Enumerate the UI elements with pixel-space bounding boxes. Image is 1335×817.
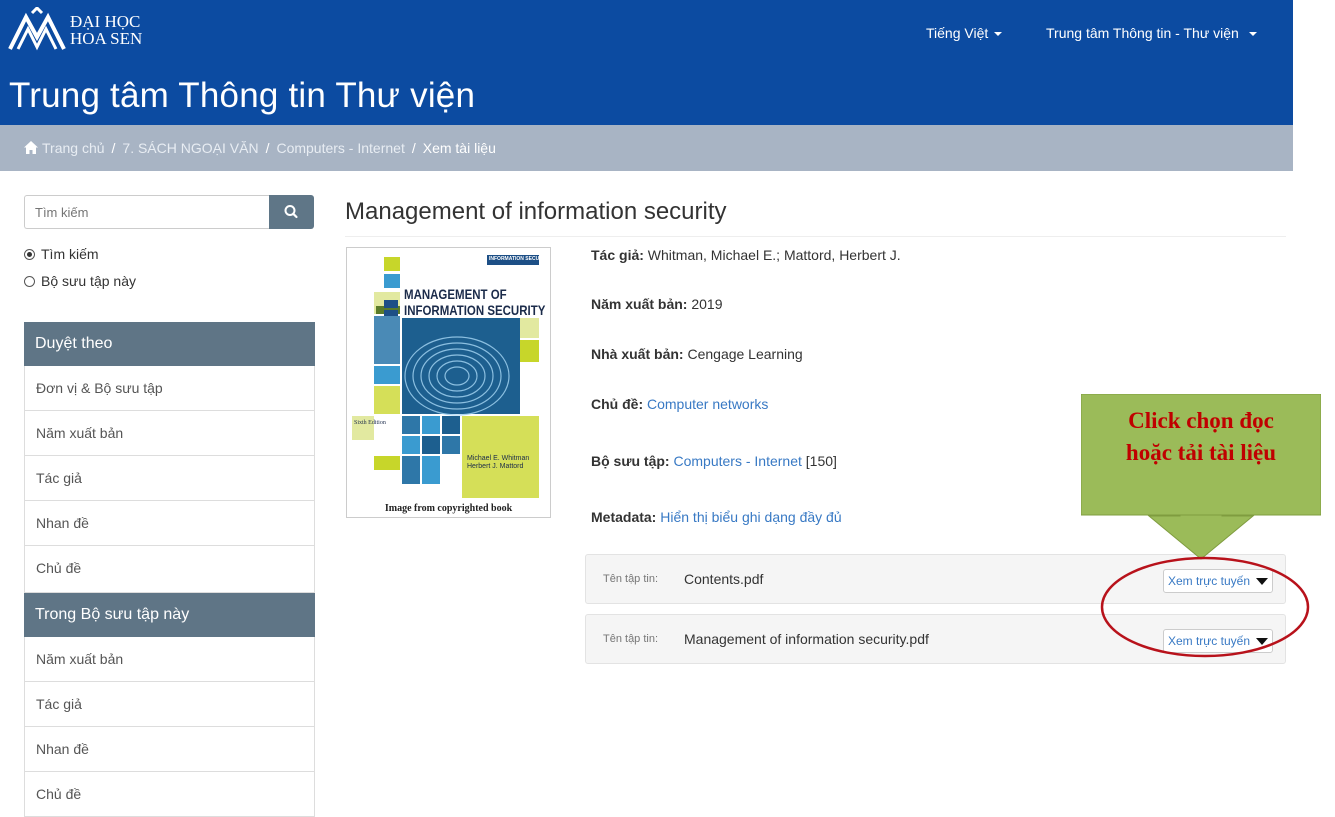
browse-item-subject[interactable]: Chủ đề [24,546,315,593]
highlight-ellipse [1100,556,1310,658]
center-menu-label: Trung tâm Thông tin - Thư viện [1046,25,1239,41]
browse-item-author[interactable]: Tác giả [24,456,315,501]
browse-item-year[interactable]: Năm xuất bản [24,411,315,456]
chevron-down-icon [994,32,1003,37]
language-menu[interactable]: Tiếng Việt [926,25,1003,41]
field-metadata: Metadata: Hiển thị biểu ghi dạng đầy đủ [591,509,842,525]
browse-item-title[interactable]: Nhan đề [24,501,315,546]
collection-item-title[interactable]: Nhan đề [24,727,315,772]
collection-count: [150] [805,453,837,469]
radio-this-collection[interactable]: Bộ sưu tập này [24,273,136,289]
site-header: ĐẠI HỌC HOA SEN Trung tâm Thông tin Thư … [0,0,1293,125]
field-year-value: 2019 [691,296,723,312]
collection-heading: Trong Bộ sưu tập này [24,593,315,637]
cover-title-line-2: INFORMATION SECURITY [404,302,546,318]
field-author: Tác giả: Whitman, Michael E.; Mattord, H… [591,247,901,263]
field-collection-label: Bộ sưu tập: [591,453,670,469]
callout-line-2: hoặc tải tài liệu [1125,440,1277,465]
field-collection: Bộ sưu tập: Computers - Internet [150] [591,453,837,469]
file-name[interactable]: Contents.pdf [684,571,763,587]
file-label: Tên tập tin: [603,633,659,645]
field-author-label: Tác giả: [591,247,644,263]
subject-link[interactable]: Computer networks [647,396,768,412]
collection-item-year[interactable]: Năm xuất bản [24,637,315,682]
site-title[interactable]: Trung tâm Thông tin Thư viện [9,76,475,116]
breadcrumb-collection[interactable]: Computers - Internet [276,140,404,156]
cover-author-1: Michael E. Whitman [467,455,530,462]
breadcrumb: Trang chủ / 7. SÁCH NGOẠI VĂN / Computers - … [0,125,1293,171]
radio-search-all[interactable]: Tìm kiếm [24,246,99,262]
cover-title-line-1: MANAGEMENT OF [404,286,507,302]
university-name: ĐẠI HỌC HOA SEN [70,13,142,47]
field-author-value: Whitman, Michael E.; Mattord, Herbert J. [647,247,901,263]
collection-link[interactable]: Computers - Internet [673,453,801,469]
page-title: Management of information security [345,198,727,225]
breadcrumb-separator: / [111,140,116,156]
cover-caption: Image from copyrighted book [384,503,513,514]
field-publisher-value: Cengage Learning [687,346,803,362]
field-year-label: Năm xuất bản: [591,296,688,312]
title-divider [345,236,1286,237]
cover-series-tag: INFORMATION SECURITY [489,256,541,262]
browse-heading: Duyệt theo [24,322,315,366]
breadcrumb-current: Xem tài liệu [422,140,496,156]
file-name[interactable]: Management of information security.pdf [684,631,929,647]
search-button[interactable] [269,195,314,229]
callout-text: Click chọn đọc hoặc tải tài liệu [1081,405,1321,469]
breadcrumb-foreign-books[interactable]: 7. SÁCH NGOẠI VĂN [122,140,258,156]
collection-item-subject[interactable]: Chủ đề [24,772,315,817]
university-logo[interactable] [6,7,68,51]
radio-label: Bộ sưu tập này [41,273,136,289]
radio-label: Tìm kiếm [41,246,99,262]
browse-item-units[interactable]: Đơn vị & Bộ sưu tập [24,366,315,411]
search-input[interactable] [24,195,269,229]
center-menu[interactable]: Trung tâm Thông tin - Thư viện [1046,25,1257,41]
field-publisher-label: Nhà xuất bản: [591,346,684,362]
field-subject: Chủ đề: Computer networks [591,396,768,412]
language-menu-label: Tiếng Việt [926,25,989,41]
book-cover-thumbnail[interactable]: INFORMATION SECURITY MANAGEMENT OF INFOR… [346,247,551,518]
logo-line-2: HOA SEN [70,29,143,48]
logo-line-1: ĐẠI HỌC [70,12,141,31]
full-record-link[interactable]: Hiển thị biểu ghi dạng đầy đủ [660,509,841,525]
field-publisher: Nhà xuất bản: Cengage Learning [591,346,803,362]
breadcrumb-separator: / [411,140,416,156]
field-metadata-label: Metadata: [591,509,657,525]
breadcrumb-home[interactable]: Trang chủ [42,140,105,156]
collection-item-author[interactable]: Tác giả [24,682,315,727]
callout-line-1: Click chọn đọc [1128,408,1274,433]
search-icon [284,205,298,219]
home-icon[interactable] [24,141,38,154]
cover-edition: Sixth Edition [354,420,386,426]
field-year: Năm xuất bản: 2019 [591,296,723,312]
cover-author-2: Herbert J. Mattord [467,463,524,470]
chevron-down-icon [1248,32,1257,37]
radio-selected-icon [24,248,35,260]
breadcrumb-separator: / [265,140,270,156]
field-subject-label: Chủ đề: [591,396,644,412]
file-label: Tên tập tin: [603,573,659,585]
radio-unselected-icon [24,275,35,287]
